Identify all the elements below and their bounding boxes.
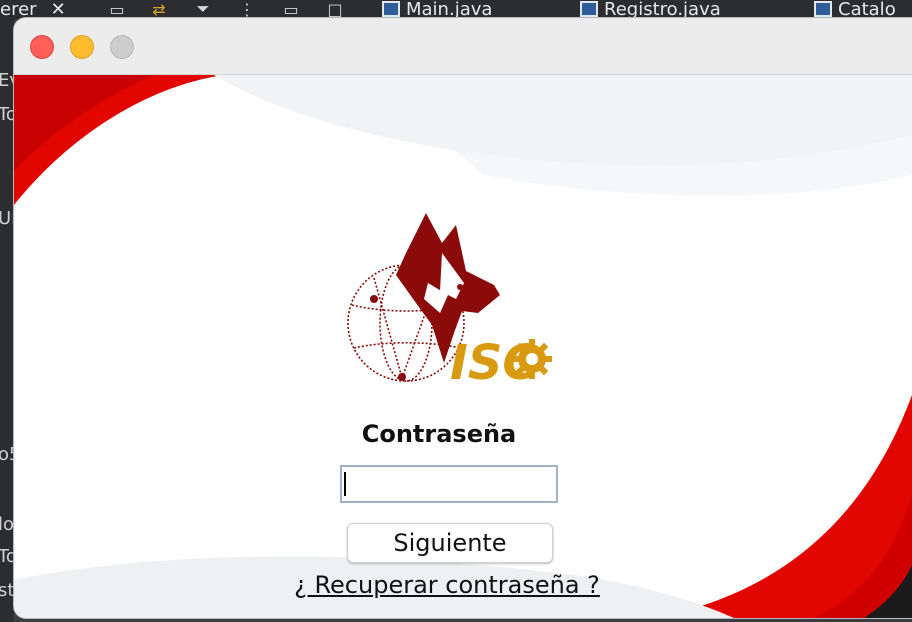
login-panel: ISC Contraseña Siguiente ¿ Recuperar con…: [14, 75, 912, 618]
password-label: Contraseña: [361, 420, 517, 448]
sync-icon[interactable]: ⇄: [146, 0, 172, 19]
ide-tab-label: Main.java: [406, 0, 493, 20]
ide-tab-label: Registro.java: [604, 0, 721, 20]
isc-logo: ISC: [347, 213, 552, 391]
java-file-icon: [814, 1, 832, 17]
password-field[interactable]: [340, 465, 558, 503]
ide-tab-bar: erer ✕ ▭ ⇄ ⏷ ⋮ ▭ □ Main.java Registro.ja…: [0, 0, 912, 20]
login-window: ISC Contraseña Siguiente ¿ Recuperar con…: [14, 18, 912, 618]
ide-tab-catalogo[interactable]: Catalo: [814, 0, 896, 20]
java-file-icon: [580, 1, 598, 17]
ide-tab-label: Catalo: [838, 0, 896, 20]
ide-tab-explorer[interactable]: erer ✕: [0, 0, 66, 20]
maximize-window-button[interactable]: [110, 35, 134, 59]
next-button[interactable]: Siguiente: [347, 523, 553, 563]
maximize-panel-icon[interactable]: □: [322, 0, 348, 19]
ide-tab-label: erer: [0, 0, 37, 20]
side-text-fragment: lo: [0, 514, 15, 535]
recover-password-link[interactable]: ¿ Recuperar contraseña ?: [14, 571, 880, 599]
save-icon[interactable]: ▭: [104, 0, 130, 19]
close-window-button[interactable]: [30, 35, 54, 59]
ide-side-panel: Ev To UI o5 lo To st: [0, 20, 20, 622]
ide-tab-registro[interactable]: Registro.java: [580, 0, 721, 20]
java-file-icon: [382, 1, 400, 17]
more-icon[interactable]: ⋮: [234, 0, 260, 19]
close-icon[interactable]: ✕: [51, 0, 66, 20]
filter-icon[interactable]: ⏷: [190, 0, 216, 18]
window-titlebar: [14, 18, 912, 75]
ide-tab-main[interactable]: Main.java: [382, 0, 492, 20]
text-caret: [344, 472, 346, 496]
minimize-panel-icon[interactable]: ▭: [278, 0, 304, 19]
minimize-window-button[interactable]: [70, 35, 94, 59]
side-text-fragment: st: [0, 580, 15, 601]
